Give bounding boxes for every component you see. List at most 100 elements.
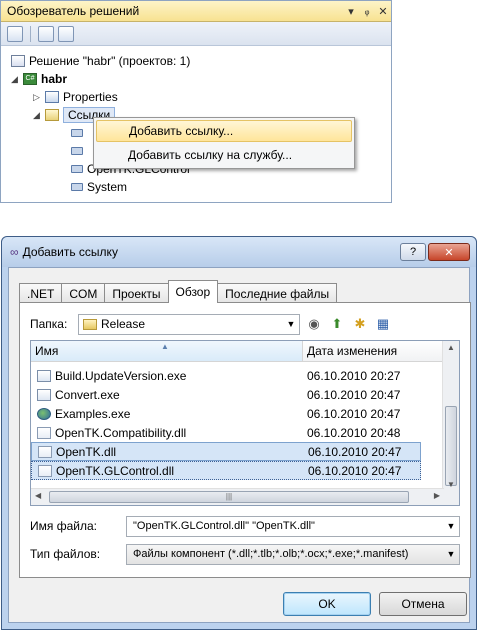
scroll-thumb[interactable]: ||| (49, 491, 409, 503)
exe-icon (37, 388, 51, 401)
reference-icon (71, 147, 83, 155)
toolbar-separator (30, 25, 31, 42)
properties-folder-icon (45, 91, 59, 103)
dialog-body: .NET COM Проекты Обзор Последние файлы П… (8, 267, 471, 623)
cancel-button[interactable]: Отмена (379, 592, 467, 616)
solution-icon (11, 55, 25, 67)
new-folder-icon[interactable]: ✱ (351, 315, 369, 333)
solution-label: Решение "habr" (проектов: 1) (29, 54, 191, 68)
chevron-down-icon[interactable]: ▼ (443, 549, 459, 559)
help-button[interactable]: ? (400, 243, 426, 261)
vertical-scrollbar[interactable]: ▲ ▼ (442, 341, 459, 505)
properties-icon[interactable] (7, 25, 23, 42)
table-row[interactable]: Convert.exe 06.10.2010 20:47 (31, 385, 421, 404)
tab-recent[interactable]: Последние файлы (217, 283, 338, 303)
close-icon[interactable]: ✕ (375, 5, 391, 18)
folder-icon (45, 109, 59, 121)
dialog-title: Добавить ссылку (22, 245, 118, 259)
filename-input[interactable]: "OpenTK.GLControl.dll" "OpenTK.dll" ▼ (126, 515, 460, 537)
reference-icon (71, 183, 83, 191)
solution-explorer-panel: Обозреватель решений ▾ ᵩ ✕ Решение "habr… (0, 0, 392, 203)
file-rows: Build.UpdateVersion.exe 06.10.2010 20:27… (31, 366, 421, 480)
folder-row: Папка: Release ▼ ◉ ⬆ ✱ ▦ (30, 313, 460, 335)
column-date-label: Дата изменения (307, 344, 398, 358)
show-all-files-icon[interactable] (38, 25, 54, 42)
scroll-up-icon[interactable]: ▲ (447, 343, 455, 352)
table-row-selected[interactable]: OpenTK.GLControl.dll 06.10.2010 20:47 (31, 461, 421, 480)
column-header-name[interactable]: ▲ Имя (31, 341, 303, 361)
chevron-down-icon[interactable]: ▼ (283, 319, 299, 329)
filename-value: "OpenTK.GLControl.dll" "OpenTK.dll" (133, 520, 315, 532)
globe-icon (37, 407, 51, 420)
browse-panel: Папка: Release ▼ ◉ ⬆ ✱ ▦ ▲ Имя Дата изме… (19, 302, 471, 578)
tree-node-system[interactable]: System (1, 178, 391, 196)
folder-value: Release (101, 317, 146, 331)
file-date: 06.10.2010 20:27 (307, 368, 401, 383)
horizontal-scrollbar[interactable]: ◀ ||| ▶ (31, 488, 444, 505)
tab-browse[interactable]: Обзор (167, 280, 219, 303)
filename-label: Имя файла: (30, 519, 97, 533)
menu-item-add-reference[interactable]: Добавить ссылку... (96, 120, 352, 142)
back-icon[interactable]: ◉ (305, 315, 323, 333)
add-reference-dialog: ∞ Добавить ссылку ? ✕ .NET COM Проекты О… (1, 236, 477, 630)
file-date: 06.10.2010 20:47 (308, 444, 402, 459)
table-row[interactable]: Build.UpdateVersion.exe 06.10.2010 20:27 (31, 366, 421, 385)
csharp-project-icon: C# (23, 73, 37, 85)
column-name-label: Имя (35, 344, 59, 358)
refresh-icon[interactable] (58, 25, 74, 42)
expand-arrow-icon[interactable]: ▷ (33, 92, 45, 103)
properties-label: Properties (63, 90, 118, 104)
dll-icon (37, 426, 51, 439)
scroll-right-icon[interactable]: ▶ (434, 491, 440, 500)
filetype-select[interactable]: Файлы компонент (*.dll;*.tlb;*.olb;*.ocx… (126, 543, 460, 565)
vs-logo-icon: ∞ (10, 245, 19, 259)
view-menu-icon[interactable]: ▦ (374, 315, 392, 333)
menu-item-add-service-reference[interactable]: Добавить ссылку на службу... (96, 144, 352, 166)
collapse-arrow-icon[interactable]: ◢ (33, 110, 45, 121)
scroll-down-icon[interactable]: ▼ (447, 480, 455, 489)
table-row-selected[interactable]: OpenTK.dll 06.10.2010 20:47 (31, 442, 421, 461)
dialog-tabs: .NET COM Проекты Обзор Последние файлы (19, 280, 338, 303)
dialog-titlebar: ∞ Добавить ссылку ? ✕ (2, 237, 476, 267)
solution-explorer-toolbar (1, 22, 391, 46)
file-date: 06.10.2010 20:48 (307, 425, 401, 440)
solution-explorer-titlebar: Обозреватель решений ▾ ᵩ ✕ (1, 1, 391, 22)
file-name: OpenTK.GLControl.dll (56, 463, 175, 478)
system-label: System (87, 180, 128, 194)
close-button[interactable]: ✕ (428, 243, 470, 261)
dropdown-icon[interactable]: ▾ (343, 5, 359, 18)
dll-icon (38, 464, 52, 477)
folder-select[interactable]: Release ▼ (78, 313, 300, 335)
tree-node-project[interactable]: ◢ C# habr (1, 70, 391, 88)
file-date: 06.10.2010 20:47 (307, 406, 401, 421)
filename-row: Имя файла: "OpenTK.GLControl.dll" "OpenT… (30, 515, 460, 537)
table-row[interactable]: OpenTK.Compatibility.dll 06.10.2010 20:4… (31, 423, 421, 442)
ok-button[interactable]: OK (283, 592, 371, 616)
reference-icon (71, 165, 83, 173)
file-list: ▲ Имя Дата изменения Build.UpdateVersion… (30, 340, 460, 506)
chevron-down-icon[interactable]: ▼ (443, 521, 459, 531)
file-name: Build.UpdateVersion.exe (55, 368, 187, 383)
file-date: 06.10.2010 20:47 (308, 463, 402, 478)
solution-explorer-title: Обозреватель решений (7, 4, 140, 18)
scroll-left-icon[interactable]: ◀ (35, 491, 41, 500)
up-folder-icon[interactable]: ⬆ (328, 315, 346, 333)
project-label: habr (41, 72, 68, 86)
tab-com[interactable]: COM (61, 283, 106, 303)
folder-icon (83, 318, 97, 330)
file-date: 06.10.2010 20:47 (307, 387, 401, 402)
dll-icon (38, 445, 52, 458)
tab-projects[interactable]: Проекты (104, 283, 169, 303)
file-name: Examples.exe (55, 406, 131, 421)
scroll-thumb[interactable] (445, 406, 457, 486)
file-name: Convert.exe (55, 387, 120, 402)
table-row[interactable]: Examples.exe 06.10.2010 20:47 (31, 404, 421, 423)
tree-node-properties[interactable]: ▷ Properties (1, 88, 391, 106)
column-header-date[interactable]: Дата изменения (303, 341, 459, 361)
tab-net[interactable]: .NET (19, 283, 63, 303)
tree-node-solution[interactable]: Решение "habr" (проектов: 1) (1, 52, 391, 70)
pin-icon[interactable]: ᵩ (359, 5, 375, 17)
sort-arrow-icon: ▲ (161, 342, 169, 351)
filetype-row: Тип файлов: Файлы компонент (*.dll;*.tlb… (30, 543, 460, 565)
collapse-arrow-icon[interactable]: ◢ (11, 74, 23, 85)
